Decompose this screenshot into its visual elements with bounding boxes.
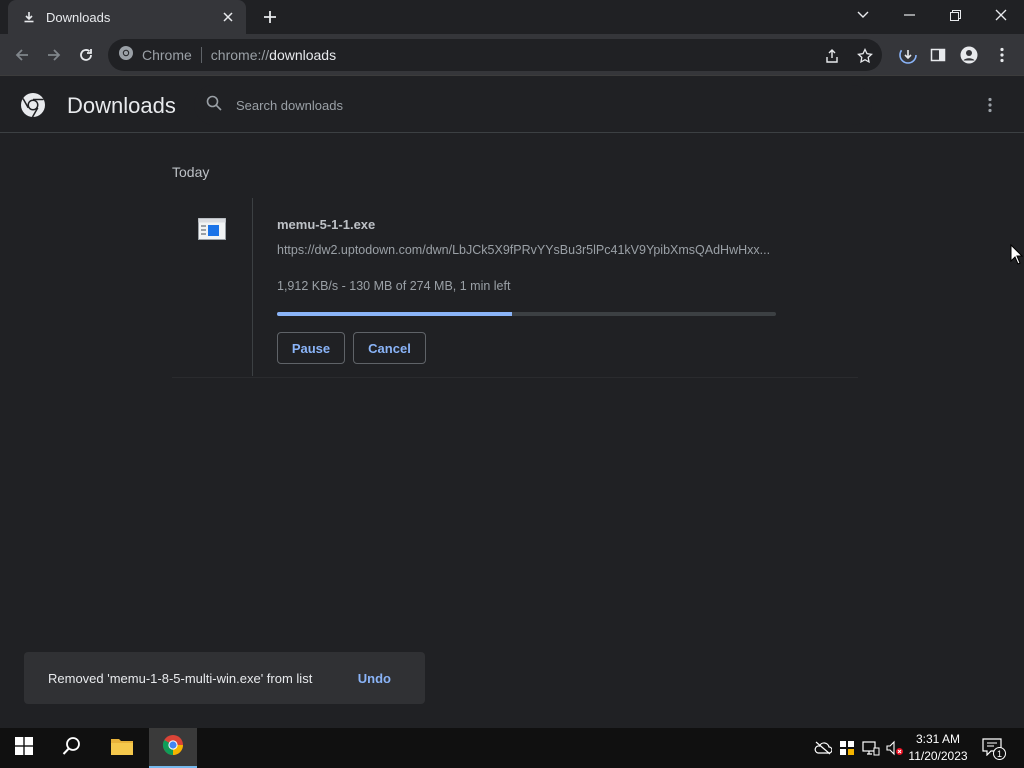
- chrome-taskbar-button[interactable]: [149, 728, 197, 768]
- action-center-button[interactable]: 1: [982, 738, 1006, 760]
- url-text: chrome://downloads: [211, 47, 336, 63]
- download-progress-bar: [277, 312, 776, 316]
- removed-toast: Removed 'memu-1-8-5-multi-win.exe' from …: [24, 652, 425, 704]
- toast-message: Removed 'memu-1-8-5-multi-win.exe' from …: [48, 670, 313, 686]
- notification-count-badge: 1: [993, 747, 1006, 760]
- new-tab-button[interactable]: [258, 6, 282, 28]
- browser-toolbar: Chrome chrome://downloads: [0, 34, 1024, 76]
- file-name-link[interactable]: memu-5-1-1.exe: [277, 217, 375, 232]
- taskbar-search-button[interactable]: [48, 728, 96, 768]
- close-window-button[interactable]: [978, 0, 1024, 30]
- chrome-icon: [162, 734, 184, 761]
- mouse-cursor-icon: [1010, 243, 1024, 266]
- search-icon: [206, 95, 222, 116]
- tab-title: Downloads: [46, 9, 111, 25]
- search-icon: [62, 736, 82, 761]
- clock-date: 11/20/2023: [908, 749, 968, 763]
- download-icon: [22, 10, 36, 24]
- network-icon[interactable]: [862, 739, 880, 757]
- site-label: Chrome: [142, 47, 192, 63]
- chrome-logo-icon: [20, 92, 46, 118]
- downloads-header: Downloads: [0, 77, 1024, 133]
- source-url-link[interactable]: https://dw2.uptodown.com/dwn/LbJCk5X9fPR…: [277, 243, 777, 257]
- reload-button[interactable]: [74, 43, 98, 67]
- page-title: Downloads: [67, 93, 176, 118]
- undo-button[interactable]: Undo: [358, 671, 391, 686]
- chrome-site-icon: [118, 45, 134, 66]
- omnibox-divider: [200, 47, 202, 63]
- date-section-header: Today: [172, 164, 210, 180]
- url-host: downloads: [269, 47, 337, 63]
- download-item-card: [172, 196, 858, 378]
- tab-downloads[interactable]: Downloads: [8, 0, 246, 34]
- more-actions-icon[interactable]: [980, 93, 1000, 117]
- windows-logo-icon: [15, 736, 33, 760]
- restore-button[interactable]: [932, 0, 978, 30]
- back-button[interactable]: [10, 43, 34, 67]
- url-prefix: chrome://: [210, 47, 270, 63]
- windows-taskbar: 3:31 AM 11/20/2023 1: [0, 728, 1024, 768]
- search-box[interactable]: [194, 85, 872, 125]
- profile-icon[interactable]: [958, 44, 980, 66]
- card-divider: [252, 198, 253, 376]
- search-input[interactable]: [236, 97, 836, 113]
- tab-close-icon[interactable]: [220, 9, 236, 25]
- file-explorer-button[interactable]: [98, 728, 146, 768]
- cancel-button[interactable]: Cancel: [353, 332, 426, 364]
- progress-fill: [277, 312, 512, 316]
- share-icon[interactable]: [822, 46, 842, 66]
- onedrive-offline-icon[interactable]: [814, 739, 832, 757]
- forward-button[interactable]: [42, 43, 66, 67]
- pause-button[interactable]: Pause: [277, 332, 345, 364]
- chrome-menu-icon[interactable]: [991, 44, 1013, 66]
- bookmark-star-icon[interactable]: [855, 46, 875, 66]
- minimize-button[interactable]: [886, 0, 932, 30]
- system-clock[interactable]: 3:31 AM 11/20/2023: [906, 731, 970, 765]
- clock-time: 3:31 AM: [915, 732, 961, 746]
- folder-icon: [111, 737, 133, 760]
- address-bar[interactable]: Chrome chrome://downloads: [108, 39, 882, 71]
- volume-muted-icon[interactable]: [886, 739, 904, 757]
- start-button[interactable]: [0, 728, 48, 768]
- exe-file-icon: [198, 218, 226, 240]
- security-shield-icon[interactable]: [838, 739, 856, 757]
- tab-strip: Downloads: [0, 0, 1024, 34]
- side-panel-icon[interactable]: [927, 44, 949, 66]
- download-status: 1,912 KB/s - 130 MB of 274 MB, 1 min lef…: [277, 279, 511, 293]
- tab-search-icon[interactable]: [840, 0, 886, 30]
- downloads-toolbar-icon[interactable]: [897, 44, 919, 66]
